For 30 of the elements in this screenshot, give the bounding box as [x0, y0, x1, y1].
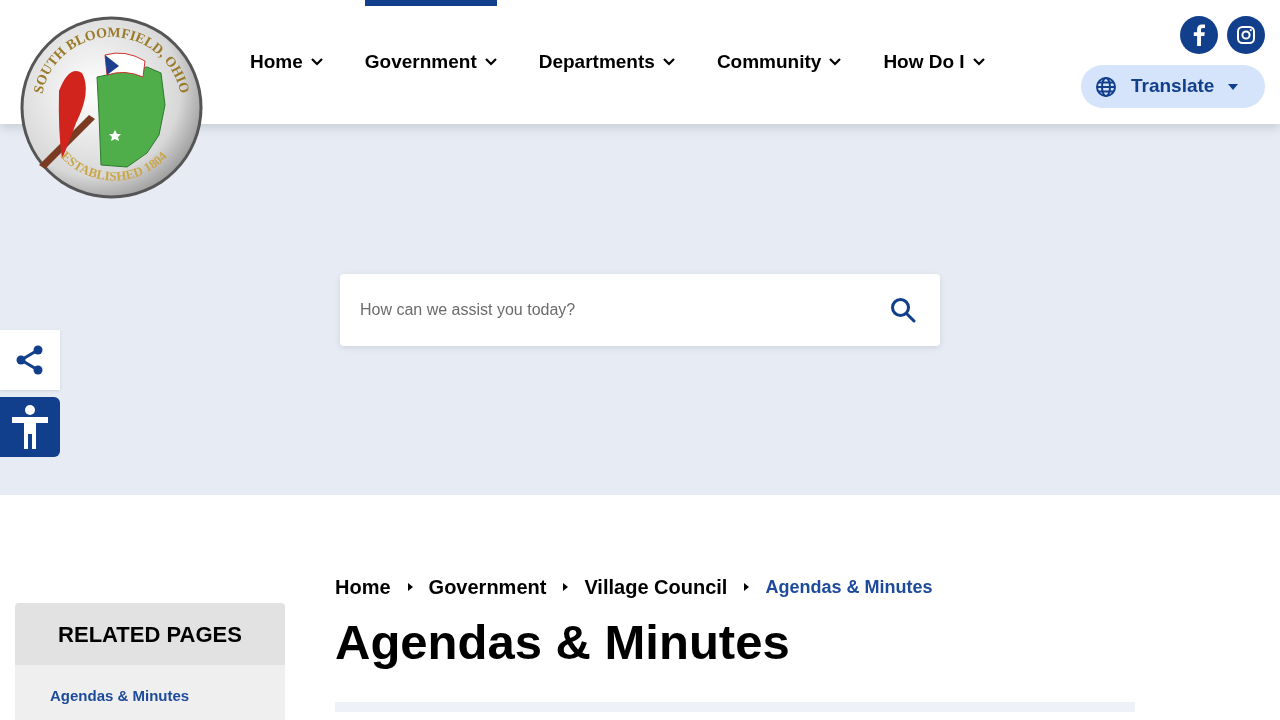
- globe-icon: [1095, 75, 1117, 98]
- nav-menu-item[interactable]: How Do I: [883, 0, 985, 124]
- breadcrumb-link[interactable]: Home: [335, 572, 391, 602]
- related-pages-title: RELATED PAGES: [58, 620, 242, 649]
- share-button[interactable]: [0, 330, 60, 390]
- nav-menu-item[interactable]: Home: [250, 0, 323, 124]
- caret-right-icon: [562, 583, 569, 591]
- instagram-icon[interactable]: [1227, 16, 1265, 54]
- breadcrumb-link[interactable]: Agendas & Minutes: [765, 573, 933, 601]
- facebook-icon[interactable]: [1180, 16, 1218, 54]
- chevron-down-icon: [484, 58, 497, 66]
- search-icon[interactable]: [890, 297, 916, 323]
- breadcrumb-link[interactable]: Village Council: [584, 572, 728, 602]
- chevron-down-icon: [662, 58, 675, 66]
- caret-right-icon: [406, 583, 413, 591]
- chevron-down-icon: [829, 58, 842, 66]
- accessibility-icon: [10, 404, 50, 450]
- chevron-down-icon: [972, 58, 985, 66]
- nav-menu-item[interactable]: Departments: [538, 0, 675, 124]
- search-field[interactable]: How can we assist you today?: [340, 274, 940, 346]
- related-page-link[interactable]: Agendas & Minutes: [50, 685, 285, 708]
- caret-right-icon: [743, 583, 750, 591]
- chevron-down-icon: [310, 58, 323, 66]
- accessibility-button[interactable]: [0, 397, 60, 457]
- breadcrumb-link[interactable]: Government: [428, 572, 547, 602]
- translate-button[interactable]: Translate: [1081, 65, 1265, 108]
- caret-icon: [1228, 83, 1239, 90]
- share-icon: [16, 345, 44, 375]
- page-title: Agendas & Minutes: [335, 614, 791, 671]
- nav-menu-item[interactable]: Community: [716, 0, 842, 124]
